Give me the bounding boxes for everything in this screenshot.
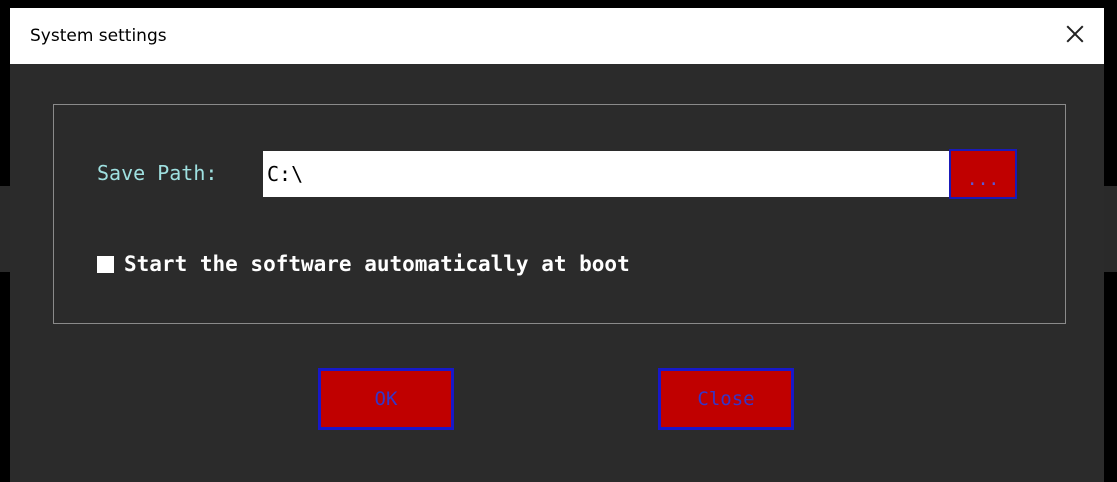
background-window-edge-right xyxy=(1104,186,1117,272)
browse-button[interactable]: ... xyxy=(949,149,1017,199)
autostart-checkbox[interactable] xyxy=(97,255,114,273)
autostart-option[interactable]: Start the software automatically at boot xyxy=(97,251,630,277)
settings-group-box: Save Path: ... Start the software automa… xyxy=(53,104,1066,324)
ok-button[interactable]: OK xyxy=(318,368,454,430)
autostart-label[interactable]: Start the software automatically at boot xyxy=(124,251,630,277)
dialog-title: System settings xyxy=(30,26,167,46)
title-bar: System settings xyxy=(10,8,1104,64)
save-path-label: Save Path: xyxy=(97,161,218,185)
system-settings-dialog: System settings Save Path: ... Start the… xyxy=(10,8,1104,482)
close-button[interactable]: Close xyxy=(658,368,794,430)
close-icon[interactable] xyxy=(1060,20,1090,50)
background-window-edge-left xyxy=(0,186,10,272)
save-path-input[interactable] xyxy=(263,151,949,197)
